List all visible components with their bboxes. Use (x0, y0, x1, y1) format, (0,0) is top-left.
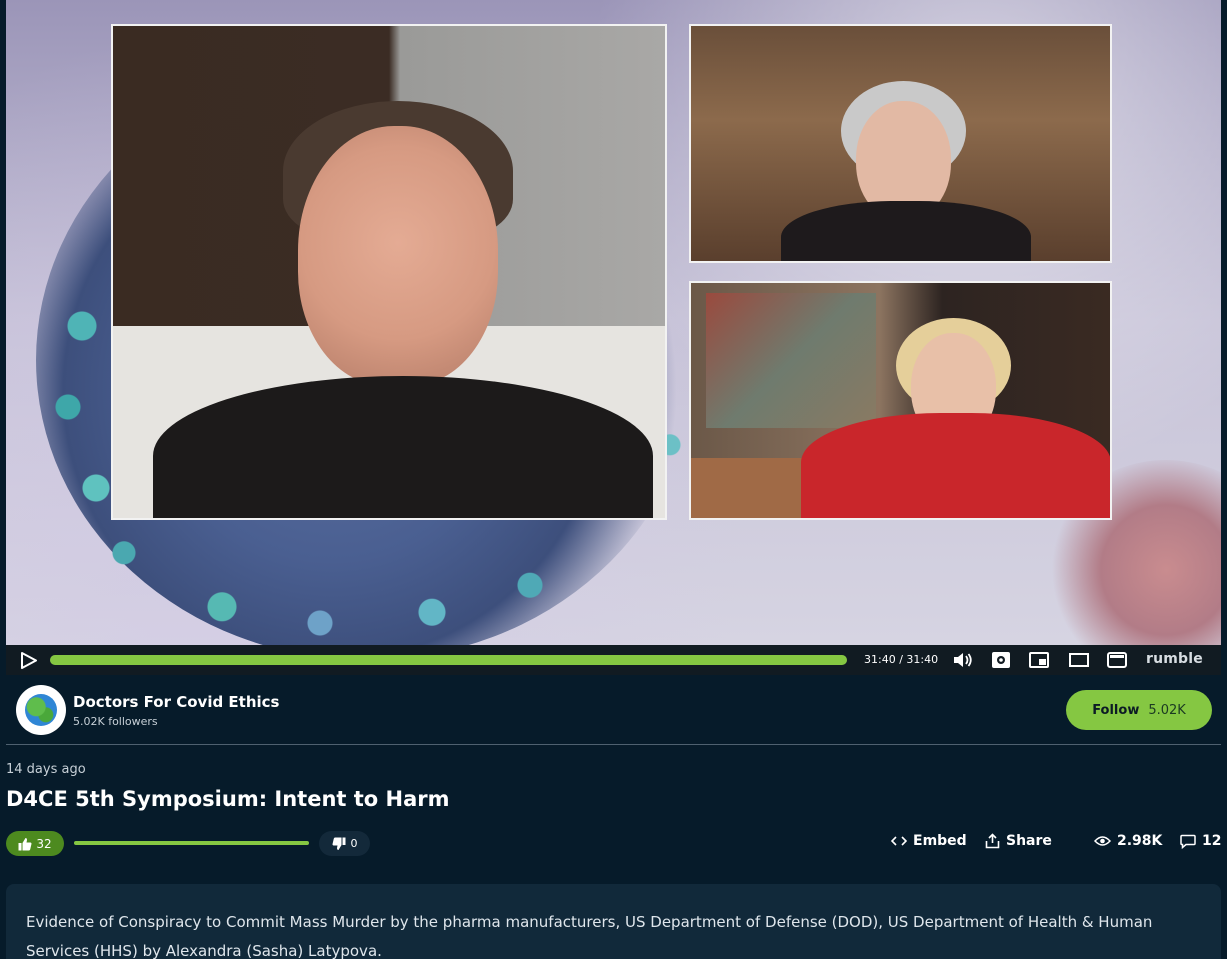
speaker-panel-main (111, 24, 667, 520)
video-frame[interactable] (6, 0, 1221, 675)
share-label: Share (1006, 833, 1052, 849)
picture-in-picture-icon[interactable] (1028, 651, 1050, 669)
speaker-panel-bottom-right (689, 281, 1112, 520)
player-controls: 31:40 / 31:40 rumble (6, 645, 1221, 675)
speaker-panel-top-right (689, 24, 1112, 263)
share-icon (985, 833, 1000, 849)
posted-date: 14 days ago (6, 762, 86, 777)
follow-button[interactable]: Follow 5.02K (1066, 690, 1212, 730)
time-display: 31:40 / 31:40 (864, 653, 939, 666)
embed-button[interactable]: Embed (891, 833, 967, 849)
dislike-count: 0 (350, 837, 358, 850)
embed-label: Embed (913, 833, 967, 849)
follow-label: Follow (1092, 702, 1140, 718)
follow-count: 5.02K (1148, 702, 1186, 718)
speaker-face (298, 126, 498, 386)
like-button[interactable]: 32 (6, 831, 64, 856)
like-count: 32 (36, 836, 52, 851)
divider (6, 744, 1221, 745)
fullscreen-icon[interactable] (1106, 651, 1128, 669)
speaker-body (781, 201, 1031, 261)
speaker-body (801, 413, 1110, 518)
volume-icon[interactable] (952, 651, 974, 669)
embed-code-icon (891, 836, 907, 846)
channel-name[interactable]: Doctors For Covid Ethics (73, 693, 279, 711)
comments-count: 12 (1202, 833, 1222, 849)
video-player[interactable]: 31:40 / 31:40 rumble (6, 0, 1221, 675)
channel-followers: 5.02K followers (73, 715, 158, 728)
dislike-button[interactable]: 0 (319, 831, 370, 856)
channel-avatar[interactable] (16, 685, 66, 735)
view-count: 2.98K (1094, 833, 1162, 849)
globe-icon (25, 694, 57, 726)
channel-bar: Doctors For Covid Ethics 5.02K followers… (6, 675, 1221, 744)
engagement-row: 32 0 Embed Share 2.98K 12 (6, 830, 1221, 857)
settings-icon[interactable] (990, 651, 1012, 669)
play-icon[interactable] (20, 652, 38, 669)
like-ratio-bar (74, 841, 309, 845)
progress-fill (50, 655, 847, 665)
description-card: Evidence of Conspiracy to Commit Mass Mu… (6, 884, 1221, 959)
eye-icon (1094, 836, 1111, 846)
wall-painting (706, 293, 876, 428)
views-value: 2.98K (1117, 833, 1163, 849)
rumble-logo[interactable]: rumble (1146, 651, 1203, 667)
theater-mode-icon[interactable] (1068, 651, 1090, 669)
video-title: D4CE 5th Symposium: Intent to Harm (6, 787, 450, 811)
thumbs-up-icon (18, 837, 32, 850)
description-text: Evidence of Conspiracy to Commit Mass Mu… (26, 913, 1153, 959)
share-button[interactable]: Share (985, 833, 1052, 849)
comment-icon (1180, 834, 1196, 849)
thumbs-down-icon (332, 837, 345, 850)
progress-bar[interactable] (50, 655, 847, 665)
comments-button[interactable]: 12 (1180, 833, 1221, 849)
